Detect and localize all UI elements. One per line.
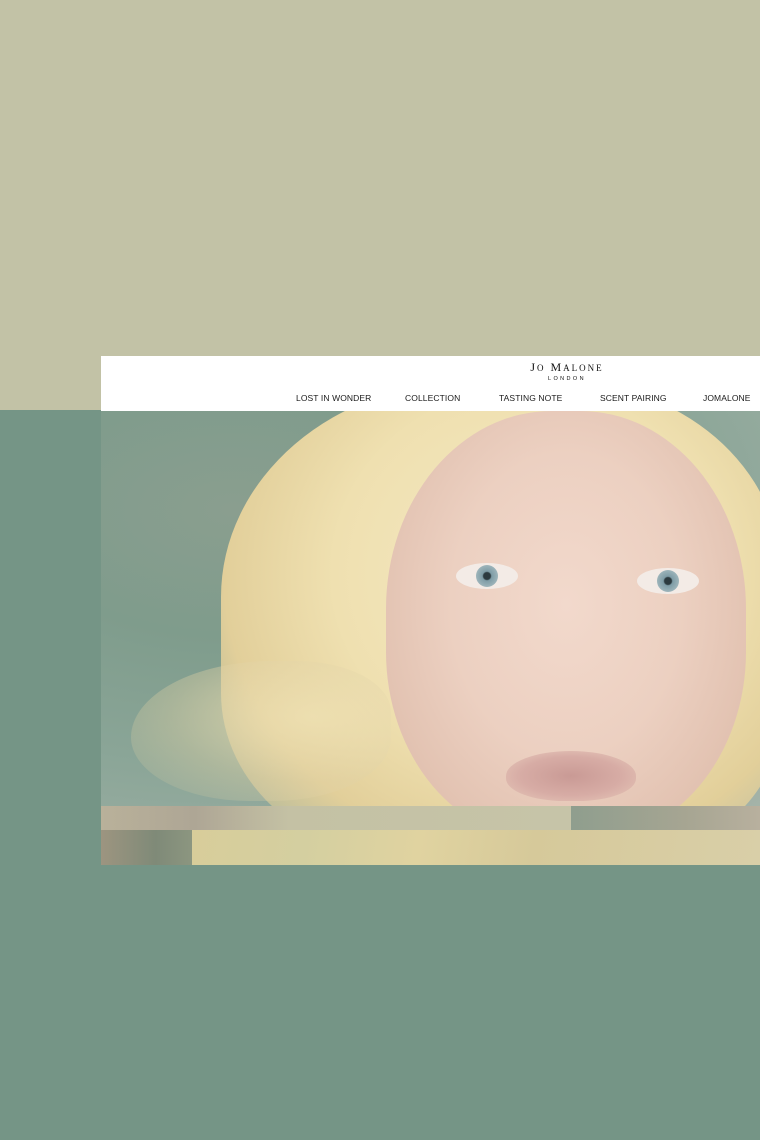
preview-tile-b (571, 806, 760, 830)
site-frame: JO MALONE LONDON LOST IN WONDER COLLECTI… (101, 356, 760, 865)
nav-item-tasting-note[interactable]: TASTING NOTE (499, 393, 562, 403)
hero-image-lips (506, 751, 636, 801)
nav-item-jomalone[interactable]: JOMALONE (703, 393, 751, 403)
preview-tile-a (101, 806, 571, 830)
brand-logo[interactable]: JO MALONE LONDON (527, 360, 607, 383)
hero-image-left-eye (456, 563, 518, 589)
nav-item-collection[interactable]: COLLECTION (405, 393, 460, 403)
hero-video[interactable] (101, 411, 760, 806)
nav-item-lost-in-wonder[interactable]: LOST IN WONDER (296, 393, 371, 403)
hero-image-right-eye (637, 568, 699, 594)
brand-logo-sub: LONDON (548, 376, 586, 382)
hero-image-hair-wisp (131, 661, 391, 801)
site-header: JO MALONE LONDON LOST IN WONDER COLLECTI… (101, 356, 760, 411)
nav-item-scent-pairing[interactable]: SCENT PAIRING (600, 393, 667, 403)
content-preview-strip (101, 806, 760, 865)
hero-image-face (386, 411, 746, 806)
preview-tile-c (101, 830, 192, 865)
preview-tile-d (192, 830, 760, 865)
brand-logo-wordmark: JO MALONE (530, 360, 604, 374)
